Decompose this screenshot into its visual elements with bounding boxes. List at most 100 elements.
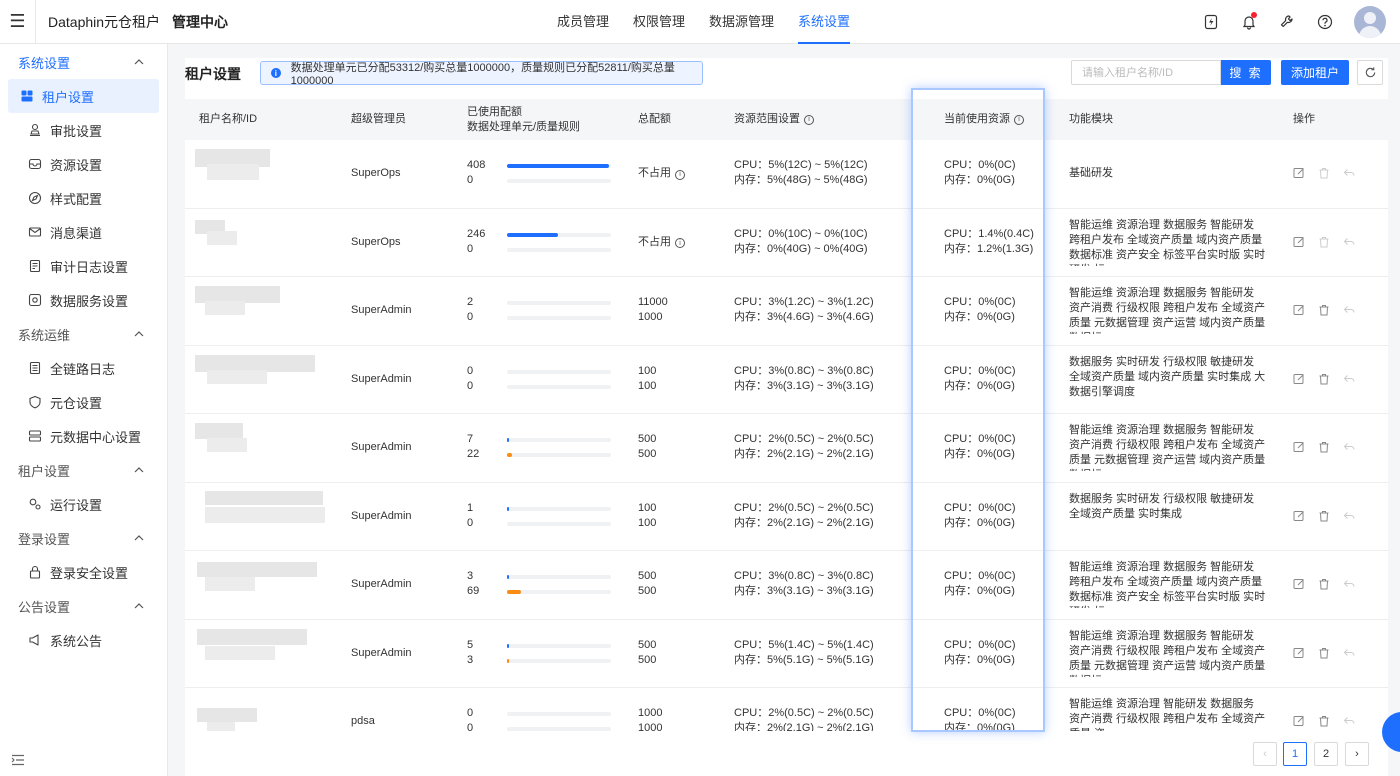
edit-icon[interactable] xyxy=(1293,578,1305,590)
delete-icon[interactable] xyxy=(1318,510,1330,522)
cell-modules: 智能运维 资源治理 数据服务 智能研发 跨租户发布 全域资产质量 域内资产质量 … xyxy=(1069,561,1266,608)
info-icon[interactable]: i xyxy=(804,114,814,125)
edit-icon[interactable] xyxy=(1293,167,1305,179)
header-modules: 功能模块 xyxy=(1069,113,1113,125)
sidebar-item-approval-settings[interactable]: 审批设置 xyxy=(8,113,159,147)
sidebar-item-metastore-settings[interactable]: 元仓设置 xyxy=(8,385,159,419)
header-current-usage: 当前使用资源 i xyxy=(944,99,1024,140)
delete-icon[interactable] xyxy=(1318,715,1330,727)
chevron-up-icon xyxy=(134,535,144,541)
collapse-sidebar-icon[interactable] xyxy=(10,752,26,768)
search-button[interactable]: 搜 索 xyxy=(1221,60,1271,85)
sidebar-item-system-announcement[interactable]: 系统公告 xyxy=(8,623,159,657)
cell-total-units: 不占用 i xyxy=(638,166,685,181)
edit-icon[interactable] xyxy=(1293,647,1305,659)
nav-permission-management[interactable]: 权限管理 xyxy=(621,0,697,44)
header-resource-range: 资源范围设置 i xyxy=(734,99,814,140)
quota-notice-text: 数据处理单元已分配53312/购买总量1000000，质量规则已分配52811/… xyxy=(290,62,675,87)
edit-icon[interactable] xyxy=(1293,715,1305,727)
lightning-icon[interactable] xyxy=(1192,0,1230,44)
lock-icon xyxy=(28,565,42,579)
refresh-icon xyxy=(1365,67,1375,78)
edit-icon[interactable] xyxy=(1293,510,1305,522)
prev-page-button[interactable]: ‹ xyxy=(1253,742,1277,766)
sidebar-item-tenant-settings[interactable]: 租户设置 xyxy=(8,79,159,113)
info-icon[interactable]: i xyxy=(675,169,685,180)
cell-used-rules: 69 xyxy=(467,585,480,598)
cell-total-rules: 1000 xyxy=(638,722,663,731)
sidebar-item-style-config[interactable]: 样式配置 xyxy=(8,181,159,215)
sidebar-group-system-settings[interactable]: 系统设置 xyxy=(0,45,167,79)
redacted-tenant-name xyxy=(197,562,317,577)
sidebar-group-announcement[interactable]: 公告设置 xyxy=(0,589,167,623)
sidebar-group-system-ops[interactable]: 系统运维 xyxy=(0,317,167,351)
page-2-button[interactable]: 2 xyxy=(1314,742,1338,766)
delete-icon[interactable] xyxy=(1318,578,1330,590)
add-tenant-button[interactable]: 添加租户 xyxy=(1281,60,1349,85)
delete-icon[interactable] xyxy=(1318,167,1330,179)
user-avatar[interactable] xyxy=(1354,6,1386,38)
units-progress-bar xyxy=(507,575,611,580)
units-progress-bar xyxy=(507,506,611,511)
sidebar-item-login-security[interactable]: 登录安全设置 xyxy=(8,555,159,589)
wrench-icon[interactable] xyxy=(1268,0,1306,44)
sidebar-item-resource-settings[interactable]: 资源设置 xyxy=(8,147,159,181)
page-1-button[interactable]: 1 xyxy=(1283,742,1307,766)
sidebar-item-run-settings[interactable]: 运行设置 xyxy=(8,487,159,521)
undo-icon[interactable] xyxy=(1343,373,1355,385)
top-nav: 成员管理 权限管理 数据源管理 系统设置 xyxy=(545,0,862,44)
redacted-tenant-id xyxy=(205,645,275,660)
undo-icon[interactable] xyxy=(1343,304,1355,316)
edit-icon[interactable] xyxy=(1293,373,1305,385)
delete-icon[interactable] xyxy=(1318,441,1330,453)
cell-total-rules: 500 xyxy=(638,448,657,461)
cell-admin: SuperAdmin xyxy=(351,646,412,659)
sidebar-group-login-settings[interactable]: 登录设置 xyxy=(0,521,167,555)
undo-icon[interactable] xyxy=(1343,441,1355,453)
table-row: SuperAdmin 7 22 500 500 CPU：2%(0.5C) ~ 2… xyxy=(185,414,1388,483)
info-icon[interactable]: i xyxy=(1014,114,1024,125)
edit-icon[interactable] xyxy=(1293,236,1305,248)
cell-memory-current: 内存：0%(0G) xyxy=(944,722,1015,731)
edit-icon[interactable] xyxy=(1293,304,1305,316)
stamp-icon xyxy=(28,123,42,137)
undo-icon[interactable] xyxy=(1343,167,1355,179)
tenant-search-input[interactable] xyxy=(1071,60,1221,85)
sidebar-item-full-link-log[interactable]: 全链路日志 xyxy=(8,351,159,385)
sidebar-item-audit-log[interactable]: 审计日志设置 xyxy=(8,249,159,283)
sidebar-item-metadata-center[interactable]: 元数据中心设置 xyxy=(8,419,159,453)
delete-icon[interactable] xyxy=(1318,647,1330,659)
undo-icon[interactable] xyxy=(1343,715,1355,727)
nav-member-management[interactable]: 成员管理 xyxy=(545,0,621,44)
units-progress-bar xyxy=(507,438,611,443)
nav-datasource-management[interactable]: 数据源管理 xyxy=(697,0,786,44)
refresh-button[interactable] xyxy=(1357,60,1383,85)
menu-toggle-icon[interactable]: ☰ xyxy=(0,0,36,44)
cell-used-units: 0 xyxy=(467,707,474,720)
edit-icon[interactable] xyxy=(1293,441,1305,453)
sidebar-item-message-channel[interactable]: 消息渠道 xyxy=(8,215,159,249)
delete-icon[interactable] xyxy=(1318,236,1330,248)
delete-icon[interactable] xyxy=(1318,373,1330,385)
nav-system-settings[interactable]: 系统设置 xyxy=(786,0,862,44)
next-page-button[interactable]: › xyxy=(1345,742,1369,766)
info-icon[interactable]: i xyxy=(675,238,685,249)
cell-cpu-current: CPU：0%(0C) xyxy=(944,433,1016,446)
bell-icon[interactable] xyxy=(1230,0,1268,44)
undo-icon[interactable] xyxy=(1343,236,1355,248)
help-icon[interactable] xyxy=(1306,0,1344,44)
home-icon xyxy=(20,89,34,103)
cell-memory-range: 内存：0%(40G) ~ 0%(40G) xyxy=(734,242,868,255)
redacted-tenant-name xyxy=(195,423,243,439)
delete-icon[interactable] xyxy=(1318,304,1330,316)
redacted-tenant-id xyxy=(207,369,267,384)
sidebar-item-data-service[interactable]: 数据服务设置 xyxy=(8,283,159,317)
redacted-tenant-id xyxy=(207,230,237,245)
cell-used-units: 246 xyxy=(467,227,486,240)
cell-cpu-range: CPU：3%(1.2C) ~ 3%(1.2C) xyxy=(734,296,874,309)
total-units-text: 500 xyxy=(638,638,657,651)
undo-icon[interactable] xyxy=(1343,510,1355,522)
undo-icon[interactable] xyxy=(1343,578,1355,590)
sidebar-group-tenant-settings[interactable]: 租户设置 xyxy=(0,453,167,487)
undo-icon[interactable] xyxy=(1343,647,1355,659)
